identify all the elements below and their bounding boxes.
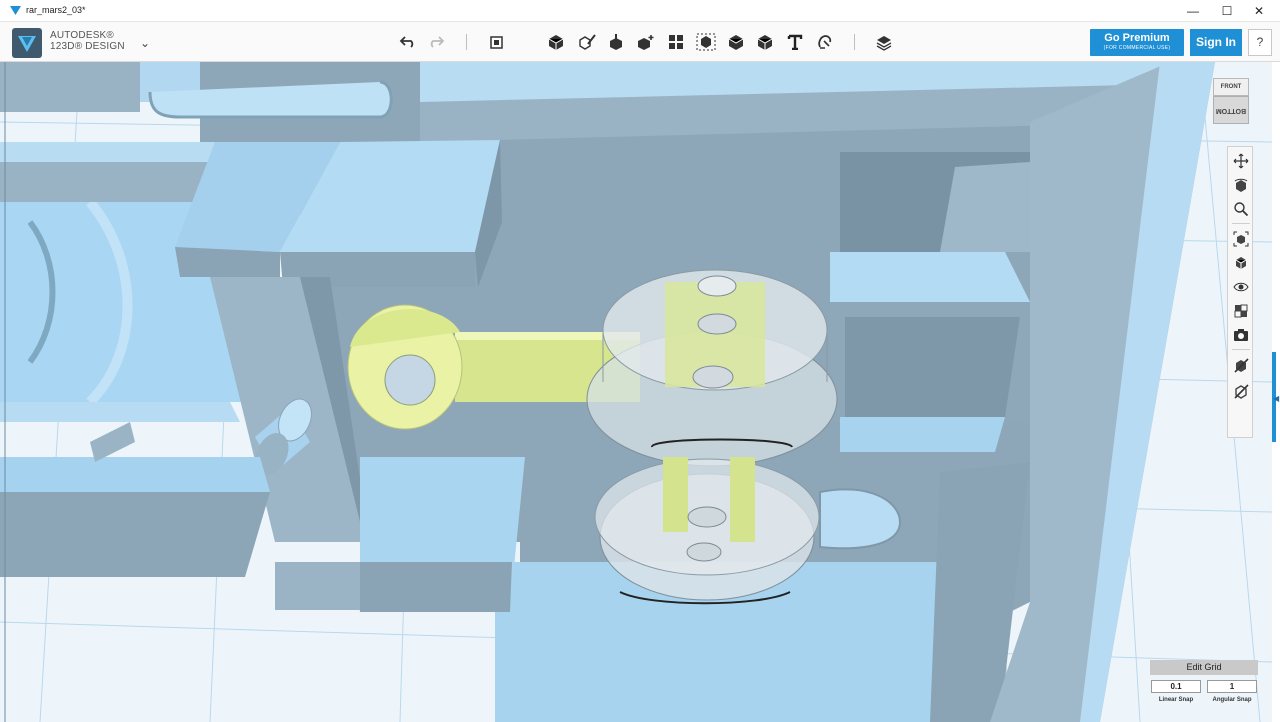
linear-snap-field[interactable]: 0.1	[1151, 680, 1201, 693]
angular-snap-label: Angular Snap	[1212, 697, 1252, 703]
maximize-button[interactable]: ☐	[1212, 2, 1242, 20]
fit-icon[interactable]	[1231, 229, 1251, 249]
close-button[interactable]: ✕	[1244, 2, 1274, 20]
go-premium-label: Go Premium	[1104, 32, 1170, 44]
combine-icon[interactable]	[724, 30, 748, 54]
expand-panel-icon[interactable]: ◀	[1273, 394, 1279, 403]
construct-icon[interactable]	[604, 30, 628, 54]
redo-icon[interactable]	[424, 30, 448, 54]
toolbar-divider	[854, 34, 855, 50]
snap-icon[interactable]	[813, 30, 837, 54]
app-menu-caret[interactable]: ⌄	[140, 36, 150, 50]
lower-rails	[0, 402, 270, 577]
measure-icon[interactable]	[753, 30, 777, 54]
modify-icon[interactable]	[634, 30, 658, 54]
pan-icon[interactable]	[1231, 151, 1251, 171]
right-screen-edge: ◀	[1272, 62, 1280, 722]
sketch-icon[interactable]	[575, 30, 599, 54]
top-blocks	[175, 140, 502, 287]
help-button[interactable]: ?	[1248, 29, 1272, 56]
edit-grid-button[interactable]: Edit Grid	[1150, 660, 1258, 675]
nav-divider	[1232, 349, 1250, 350]
zoom-icon[interactable]	[1231, 199, 1251, 219]
right-blocks	[830, 152, 1030, 452]
app-header: AUTODESK® 123D® DESIGN ⌄ Go Premium (FOR…	[0, 22, 1280, 62]
materials-view-icon[interactable]	[1231, 301, 1251, 321]
toolbar-divider	[466, 34, 467, 50]
app-logo-icon	[10, 6, 21, 15]
linear-snap-label: Linear Snap	[1158, 697, 1194, 703]
nav-divider	[1232, 223, 1250, 224]
model-scene[interactable]	[0, 62, 1280, 722]
edit-grid-panel: Edit Grid 0.1 1 Linear Snap Angular Snap	[1150, 660, 1258, 708]
orbit-icon[interactable]	[1231, 175, 1251, 195]
go-premium-button[interactable]: Go Premium (FOR COMMERCIAL USE)	[1090, 29, 1184, 56]
material-icon[interactable]	[872, 30, 896, 54]
pattern-icon[interactable]	[664, 30, 688, 54]
view-cube-bottom-face[interactable]: BOTTOM	[1213, 96, 1249, 124]
screenshot-icon[interactable]	[1231, 325, 1251, 345]
navigation-bar	[1227, 146, 1253, 438]
hide-icon[interactable]	[1231, 355, 1251, 375]
minimize-button[interactable]: —	[1178, 2, 1208, 20]
go-premium-sublabel: (FOR COMMERCIAL USE)	[1103, 45, 1171, 51]
pulley-wheels	[586, 269, 838, 605]
sign-in-button[interactable]: Sign In	[1190, 29, 1242, 56]
logo-icon	[18, 36, 36, 52]
view-cube-front-face[interactable]: FRONT	[1213, 78, 1249, 96]
text-icon[interactable]	[783, 30, 807, 54]
hide-all-icon[interactable]	[1231, 381, 1251, 401]
brand-name[interactable]: AUTODESK® 123D® DESIGN	[50, 30, 125, 52]
app-logo	[12, 28, 42, 58]
angular-snap-field[interactable]: 1	[1207, 680, 1257, 693]
document-title: rar_mars2_03*	[26, 5, 86, 15]
grouping-icon[interactable]	[694, 30, 718, 54]
transform-icon[interactable]	[485, 30, 509, 54]
3d-viewport[interactable]: FRONT BOTTOM ◀ Edit Grid 0.1 1 Linear Sn…	[0, 62, 1280, 722]
brand-line-product: 123D® DESIGN	[50, 41, 125, 52]
visibility-icon[interactable]	[1231, 277, 1251, 297]
brand-line-autodesk: AUTODESK®	[50, 30, 114, 41]
undo-icon[interactable]	[396, 30, 420, 54]
primitives-icon[interactable]	[544, 30, 568, 54]
view-cube[interactable]: FRONT BOTTOM	[1213, 78, 1249, 124]
window-title-bar: rar_mars2_03* — ☐ ✕	[0, 0, 1280, 22]
views-icon[interactable]	[1231, 253, 1251, 273]
